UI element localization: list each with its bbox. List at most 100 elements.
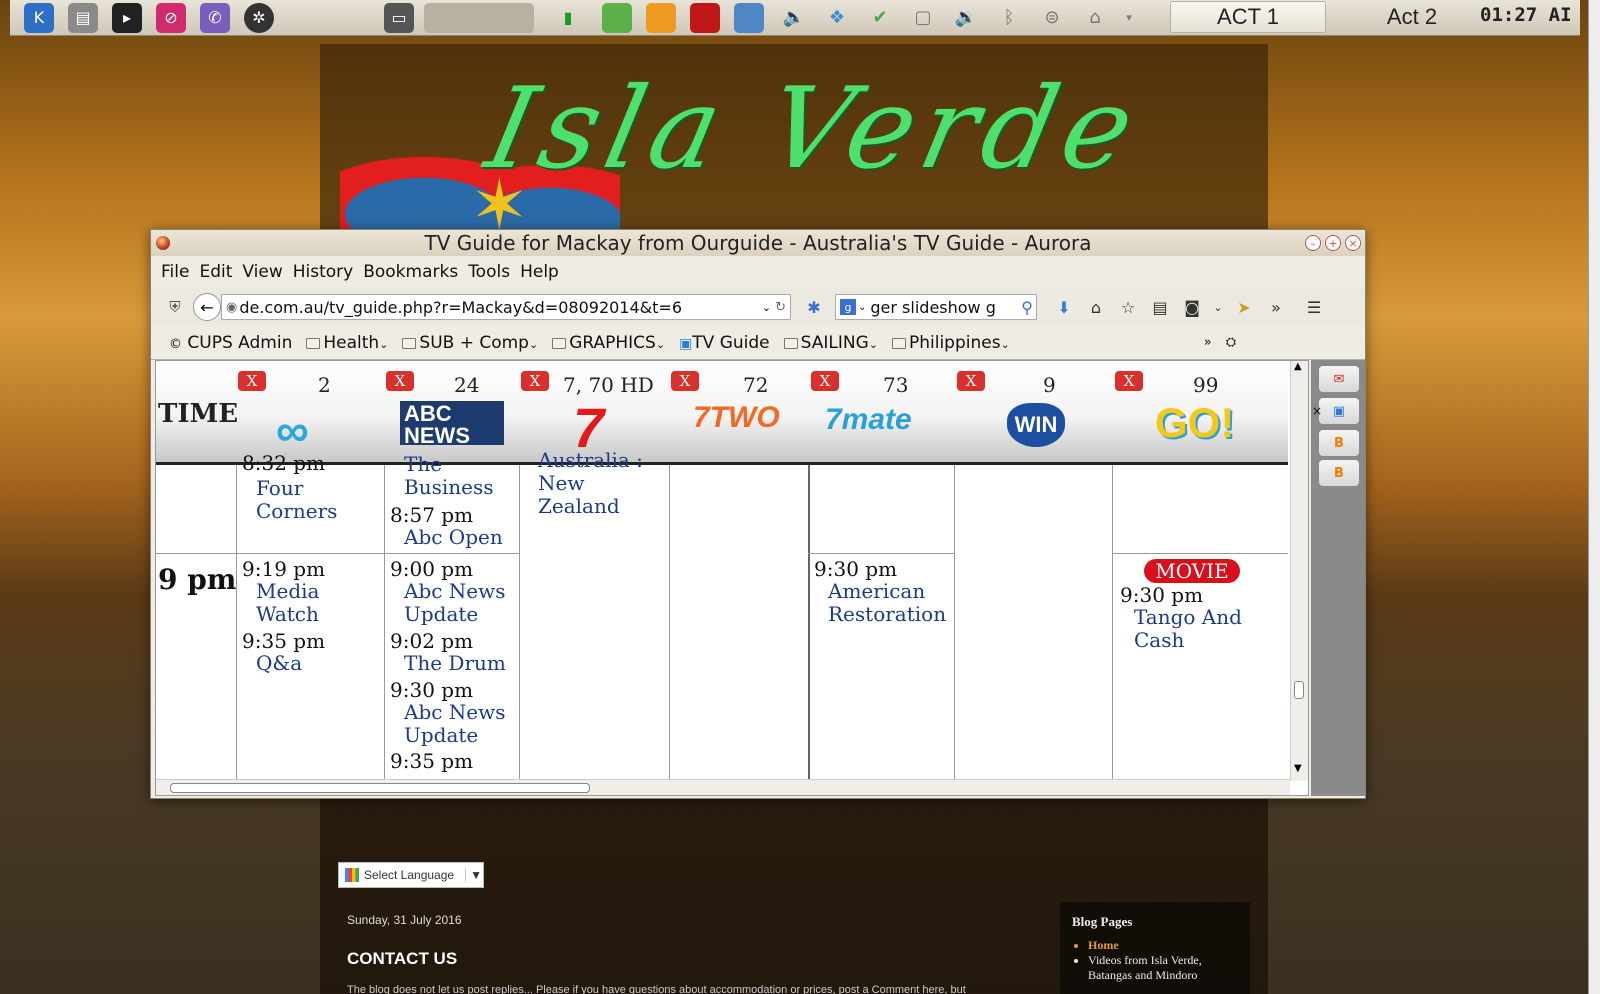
folder-blue-icon[interactable]: [734, 2, 764, 33]
bookmarks-extra-icon[interactable]: ⛭: [1226, 335, 1236, 350]
menu-edit[interactable]: Edit: [199, 262, 232, 282]
show-title-link[interactable]: Media Watch: [256, 580, 336, 626]
clock[interactable]: 01:27 AI: [1480, 4, 1572, 26]
sidebar-item-videos[interactable]: Videos from Isla Verde, Batangas and Min…: [1088, 953, 1238, 983]
hide-channel-button[interactable]: X: [238, 371, 266, 391]
file-manager-icon[interactable]: ▤: [68, 2, 98, 33]
media-player-icon[interactable]: ✲: [244, 2, 274, 33]
scroll-thumb[interactable]: [1294, 681, 1304, 699]
win-logo-icon[interactable]: WIN: [1007, 403, 1065, 447]
menu-bookmarks[interactable]: Bookmarks: [363, 262, 458, 282]
bluetooth-icon[interactable]: ᛒ: [996, 5, 1022, 31]
seven-two-logo-icon[interactable]: 7TWO: [693, 401, 780, 435]
folder-orange-icon[interactable]: [646, 2, 676, 33]
home-icon[interactable]: ⌂: [1083, 294, 1109, 320]
post-title[interactable]: CONTACT US: [347, 949, 457, 969]
screenshot-dropdown-icon[interactable]: ⌄: [1211, 294, 1225, 320]
show-title-link[interactable]: Abc News Update: [404, 580, 516, 626]
bookmark-star-icon[interactable]: ☆: [1115, 294, 1141, 320]
blogger-icon[interactable]: B: [1319, 460, 1359, 486]
abc-news-24-logo-icon[interactable]: ABC NEWS: [400, 401, 504, 447]
url-bar[interactable]: ◉ de.com.au/tv_guide.php?r=Mackay&d=0809…: [221, 294, 791, 320]
bookmark-folder-graphics[interactable]: GRAPHICS⌄: [552, 333, 665, 353]
bookmark-folder-health[interactable]: Health⌄: [306, 333, 388, 353]
search-bar[interactable]: g ⌄ ger slideshow g ⚲: [835, 294, 1037, 320]
bookmarks-overflow-icon[interactable]: »: [1204, 335, 1212, 350]
hide-channel-button[interactable]: X: [811, 371, 839, 391]
activity-act2-button[interactable]: Act 2: [1366, 1, 1458, 33]
reader-icon[interactable]: ▤: [1147, 294, 1173, 320]
show-title-link[interactable]: Four Corners: [256, 477, 366, 523]
hide-channel-button[interactable]: X: [1115, 371, 1143, 391]
tray-expand-icon[interactable]: ▾: [1116, 5, 1142, 31]
seven-mate-logo-icon[interactable]: 7mate: [825, 403, 912, 437]
blogger-icon[interactable]: B: [1319, 430, 1359, 456]
search-icon[interactable]: ⚲: [1021, 298, 1033, 317]
menu-view[interactable]: View: [242, 262, 282, 282]
window-titlebar[interactable]: TV Guide for Mackay from Ourguide - Aust…: [151, 230, 1365, 256]
shield-icon[interactable]: ⛨: [163, 295, 187, 319]
speaker-icon[interactable]: 🔉: [953, 5, 979, 31]
horizontal-scrollbar[interactable]: [156, 779, 1290, 795]
reload-icon[interactable]: ↻: [775, 300, 786, 315]
desktop-pager-icon[interactable]: [424, 2, 534, 33]
blog-title[interactable]: Isla Verde: [476, 64, 1152, 194]
url-dropdown-icon[interactable]: ⌄: [762, 301, 771, 314]
scroll-thumb[interactable]: [170, 783, 590, 793]
translate-icon[interactable]: ✱: [801, 294, 827, 320]
network-computer-icon[interactable]: ⌂: [1082, 5, 1108, 31]
site-identity-icon[interactable]: ◉: [226, 300, 237, 315]
show-title-link[interactable]: Q&a: [256, 652, 366, 675]
show-title-link[interactable]: Tango And Cash: [1134, 606, 1254, 652]
scroll-down-icon[interactable]: ▼: [1294, 763, 1302, 774]
minimize-icon[interactable]: –: [1305, 235, 1321, 251]
scroll-up-icon[interactable]: ▲: [1294, 361, 1302, 372]
viber-icon[interactable]: ✆: [200, 2, 230, 33]
bookmark-folder-sub-comp[interactable]: SUB + Comp⌄: [402, 333, 538, 353]
menu-tools[interactable]: Tools: [468, 262, 510, 282]
screenshot-icon[interactable]: ◙: [1179, 294, 1205, 320]
menu-file[interactable]: File: [161, 262, 189, 282]
hamburger-menu-icon[interactable]: ☰: [1301, 294, 1327, 320]
go-logo-icon[interactable]: GO!: [1155, 399, 1234, 447]
folder-red-icon[interactable]: [690, 2, 720, 33]
show-title-link[interactable]: Australia : New Zealand: [538, 449, 650, 518]
sidebar-item-home[interactable]: Home: [1088, 938, 1238, 953]
download-icon[interactable]: ⬇: [1051, 294, 1077, 320]
show-title-link[interactable]: Abc News Update: [404, 701, 516, 747]
show-title-link[interactable]: The Drum: [404, 652, 516, 675]
security-shield-icon[interactable]: ✔: [867, 5, 893, 31]
maximize-icon[interactable]: +: [1325, 235, 1341, 251]
bookmark-tv-guide[interactable]: ▣TV Guide: [679, 333, 770, 353]
tv-guide-tab-icon[interactable]: ▣: [1319, 398, 1359, 424]
gmail-icon[interactable]: ✉: [1319, 366, 1359, 392]
hide-channel-button[interactable]: X: [671, 371, 699, 391]
dropbox-icon[interactable]: ❖: [824, 5, 850, 31]
folder-green-icon[interactable]: [602, 2, 632, 33]
show-title-link[interactable]: Abc Open: [404, 526, 514, 549]
close-tab-icon[interactable]: ×: [1312, 404, 1322, 418]
bookmark-folder-sailing[interactable]: SAILING⌄: [783, 333, 878, 353]
back-button[interactable]: ←: [193, 293, 221, 321]
show-title-link[interactable]: The Business: [404, 453, 514, 499]
pointer-icon[interactable]: ➤: [1231, 294, 1257, 320]
hide-channel-button[interactable]: X: [521, 371, 549, 391]
volume-icon[interactable]: 🔈: [781, 5, 807, 31]
show-title-link[interactable]: American Restoration: [828, 580, 954, 626]
search-engine-icon[interactable]: g: [840, 299, 856, 315]
menu-help[interactable]: Help: [520, 262, 559, 282]
activity-act1-button[interactable]: ACT 1: [1170, 1, 1326, 33]
clipboard-icon[interactable]: ▢: [910, 5, 936, 31]
bookmark-cups-admin[interactable]: © CUPS Admin: [169, 333, 292, 353]
bookmark-folder-philippines[interactable]: Philippines⌄: [891, 333, 1010, 353]
hide-channel-button[interactable]: X: [957, 371, 985, 391]
kde-menu-icon[interactable]: K: [24, 2, 54, 33]
network-icon[interactable]: ⊜: [1039, 5, 1065, 31]
terminal-icon[interactable]: ▸: [112, 2, 142, 33]
close-icon[interactable]: ×: [1345, 235, 1361, 251]
hide-channel-button[interactable]: X: [386, 371, 414, 391]
monitor-icon[interactable]: ▭: [384, 2, 414, 33]
vertical-scrollbar[interactable]: ▲ ▼: [1290, 361, 1308, 781]
language-select[interactable]: Select Language ▼: [338, 862, 484, 888]
skype-icon[interactable]: ⊘: [156, 2, 186, 33]
